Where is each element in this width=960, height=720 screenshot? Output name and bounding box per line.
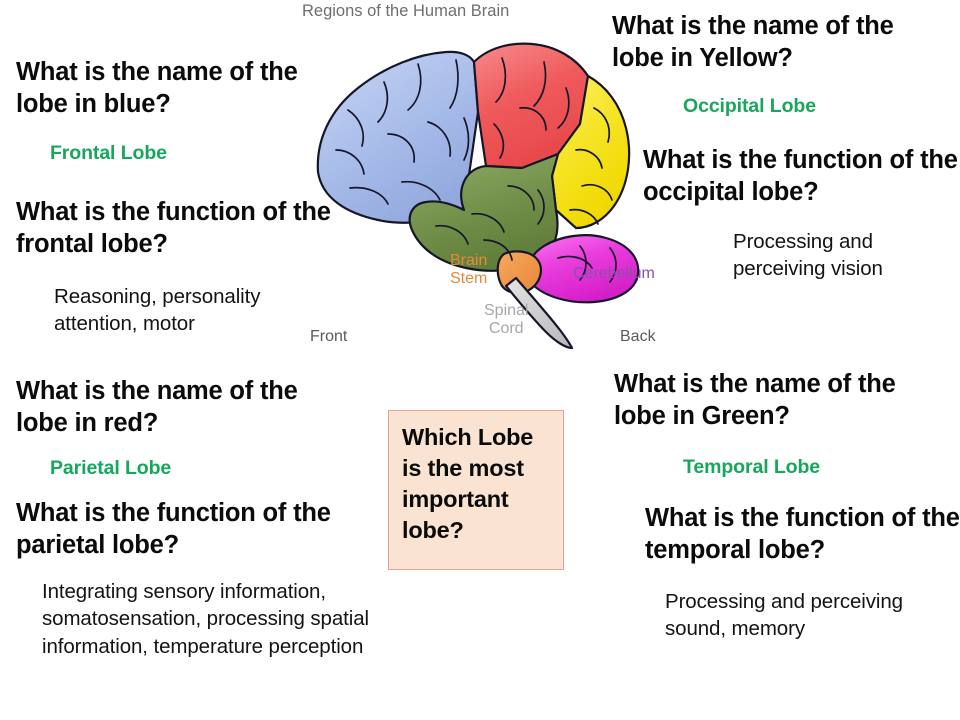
frontal-lobe-region — [316, 50, 480, 224]
question-temporal-lobe-function: What is the function of the temporal lob… — [645, 504, 960, 565]
brain-stem-label: Brain Stem — [450, 252, 487, 288]
brain-stem-label-line2: Stem — [450, 269, 488, 287]
brain-diagram: Regions of the Human Brain Brain Stem Sp… — [288, 0, 678, 360]
cerebellum-label: Cerebellum — [573, 265, 655, 282]
question-red-lobe-name: What is the name of the lobe in red? — [16, 377, 298, 438]
answer-parietal-lobe-function: Integrating sensory information, somatos… — [42, 580, 369, 658]
brain-stem-label-line1: Brain — [450, 252, 488, 269]
callout-text: Which Lobe is the most important lobe? — [402, 424, 534, 544]
answer-temporal-lobe: Temporal Lobe — [683, 456, 821, 478]
answer-occipital-lobe: Occipital Lobe — [683, 95, 816, 117]
spinal-cord-label-line1: Spinal — [484, 302, 529, 319]
front-orientation-label: Front — [310, 328, 348, 345]
spinal-cord-label: Spinal Cord — [484, 302, 528, 338]
question-green-lobe-name: What is the name of the lobe in Green? — [614, 370, 896, 431]
question-occipital-lobe-function: What is the function of the occipital lo… — [643, 146, 958, 207]
question-parietal-lobe-function: What is the function of the parietal lob… — [16, 499, 331, 560]
spinal-cord-label-line2: Cord — [488, 319, 524, 337]
answer-frontal-lobe-function: Reasoning, personality attention, motor — [54, 285, 261, 336]
callout-box-most-important-lobe: Which Lobe is the most important lobe? — [388, 410, 564, 570]
back-orientation-label: Back — [620, 328, 656, 345]
answer-occipital-lobe-function: Processing and perceiving vision — [733, 230, 883, 281]
brain-illustration — [316, 42, 640, 350]
answer-temporal-lobe-function: Processing and perceiving sound, memory — [665, 590, 903, 641]
answer-parietal-lobe: Parietal Lobe — [50, 457, 172, 479]
